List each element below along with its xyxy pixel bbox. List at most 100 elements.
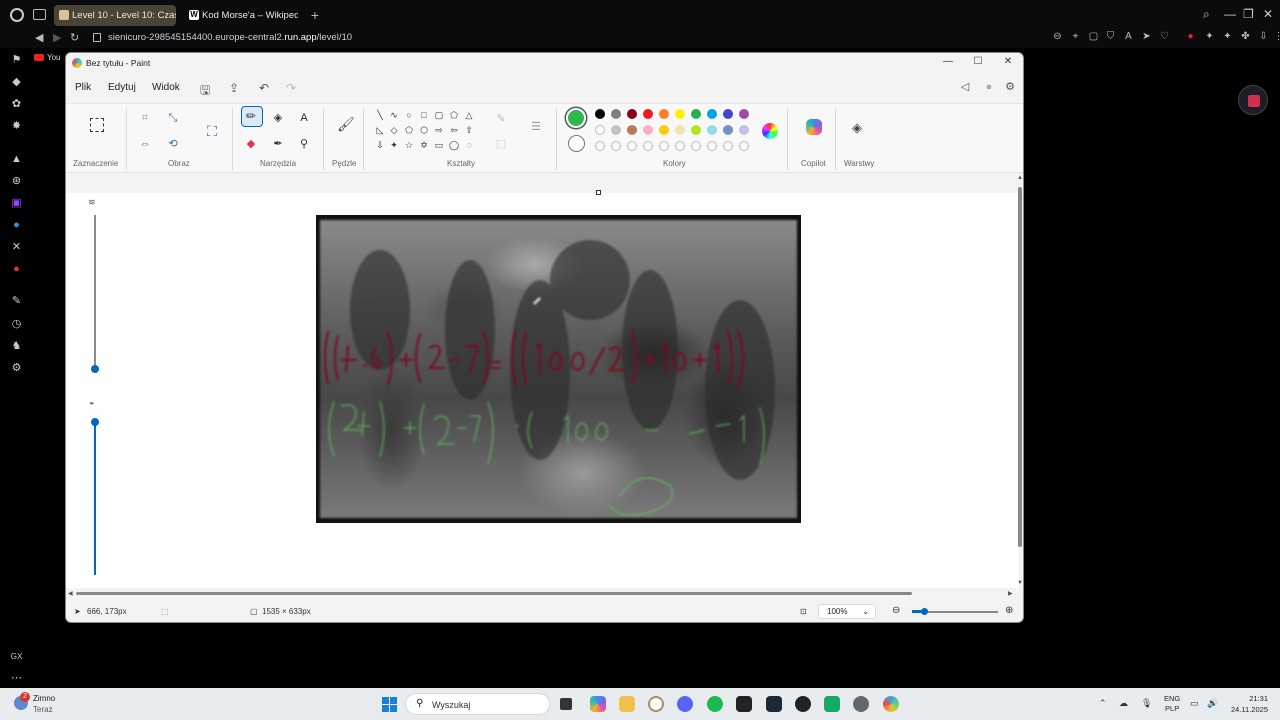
palette-swatch[interactable] [739,141,749,151]
palette-swatch[interactable] [739,125,749,135]
opacity-slider-track[interactable] [94,421,96,575]
pentagon-shape-icon[interactable]: ⬠ [404,125,414,135]
scroll-left-arrow[interactable]: ◀ [68,590,73,597]
cloud-callout-shape-icon[interactable]: ◌ [464,140,474,150]
heart-icon[interactable]: ♡ [1159,31,1170,42]
restore-button[interactable]: ❐ [1243,7,1254,21]
palette-swatch[interactable] [643,109,653,119]
translate-icon[interactable]: A [1123,31,1134,42]
language-indicator[interactable]: ENG PLP [1164,694,1180,714]
display-icon[interactable]: ▭ [1190,698,1199,709]
zoom-select[interactable]: 100% ⌄ [818,604,876,619]
crop-icon[interactable]: ⌗ [138,111,152,125]
palette-swatch[interactable] [627,125,637,135]
file-explorer-icon[interactable] [619,696,635,712]
sidebar-icon[interactable]: ✸ [10,120,23,133]
callout-oval-shape-icon[interactable]: ◯ [449,140,459,150]
vertical-scroll-thumb[interactable] [1018,187,1022,547]
tab-menu-icon[interactable] [33,9,46,20]
announcement-icon[interactable]: ◁ [959,81,971,93]
tab-level-10[interactable]: Level 10 - Level 10: Czas [54,5,176,26]
line-shape-icon[interactable]: ╲ [375,110,385,120]
sidebar-icon[interactable]: ◷ [10,318,23,331]
gx-label[interactable]: GX [10,650,23,663]
palette-swatch[interactable] [691,125,701,135]
palette-swatch[interactable] [643,141,653,151]
horizontal-scrollbar[interactable] [66,589,1019,597]
puzzle-icon[interactable]: ✤ [1240,31,1251,42]
selection-tool-icon[interactable] [90,118,104,132]
left-arrow-shape-icon[interactable]: ⇦ [449,125,459,135]
pencil-tool-button[interactable]: ✏ [241,106,263,127]
new-tab-button[interactable]: + [308,8,322,22]
pasted-photo[interactable] [320,220,797,518]
copilot-icon[interactable] [806,119,822,135]
sidebar-icon[interactable]: ⚑ [10,54,23,67]
palette-swatch[interactable] [675,109,685,119]
copilot-taskbar-icon[interactable] [590,696,606,712]
primary-color-swatch[interactable] [566,108,586,128]
four-point-star-shape-icon[interactable]: ✦ [389,140,399,150]
zoom-out-icon[interactable]: ⊖ [892,605,900,616]
sidebar-icon[interactable]: ⊛ [10,175,23,188]
palette-swatch[interactable] [675,141,685,151]
oval-shape-icon[interactable]: ○ [404,110,414,120]
diamond-shape-icon[interactable]: ◇ [389,125,399,135]
palette-swatch[interactable] [723,109,733,119]
youtube-music-icon[interactable]: ● [10,263,23,276]
zoom-slider-thumb[interactable] [921,608,928,615]
magnifier-icon[interactable]: ⚲ [297,137,311,151]
start-button[interactable] [382,697,397,712]
brush-icon[interactable]: 🖌 [337,117,355,131]
rectangle-shape-icon[interactable]: □ [419,110,429,120]
zoom-in-icon[interactable]: ⊕ [1005,605,1013,616]
extension-icon[interactable]: ✦ [1204,31,1215,42]
clock[interactable]: 21:31 24.11.2025 [1226,693,1268,715]
minimize-button[interactable]: — [941,56,955,67]
share-icon[interactable]: ⇪ [229,81,239,95]
palette-swatch[interactable] [595,141,605,151]
layers-icon[interactable]: ◈ [852,121,866,135]
vertical-scrollbar[interactable] [1017,177,1023,587]
url-field[interactable]: sienicuro-298545154400.europe-central2.r… [108,32,352,43]
close-button[interactable]: ✕ [1263,7,1273,21]
scroll-down-arrow[interactable]: ▼ [1017,580,1023,586]
weather-title[interactable]: Zimno [33,694,55,703]
undo-icon[interactable]: ↶ [259,81,269,95]
messenger-icon[interactable]: ● [10,219,23,232]
menu-icon[interactable]: ⋮ [1273,31,1280,42]
account-icon[interactable]: ● [983,81,995,93]
more-icon[interactable]: ⋯ [10,672,23,685]
save-icon[interactable]: 🖫 [200,81,210,102]
rounded-rectangle-shape-icon[interactable]: ▢ [434,110,444,120]
sidebar-icon[interactable]: ▲ [10,153,23,166]
fill-style-icon[interactable]: ⬚ [494,137,508,151]
palette-swatch[interactable] [659,109,669,119]
shape-size-icon[interactable]: ☰ [529,120,543,134]
spotify-icon[interactable] [707,696,723,712]
palette-swatch[interactable] [723,141,733,151]
down-arrow-shape-icon[interactable]: ⇩ [375,140,385,150]
palette-swatch[interactable] [611,109,621,119]
polygon-shape-icon[interactable]: ⬠ [449,110,459,120]
palette-swatch[interactable] [611,125,621,135]
extension-icon[interactable]: ✦ [1222,31,1233,42]
send-icon[interactable]: ➤ [1141,31,1152,42]
twitch-icon[interactable]: ▣ [10,197,23,210]
sidebar-icon[interactable]: ✿ [10,98,23,111]
tab-wikipedia[interactable]: W Kod Morse'a – Wikipedia, [184,5,298,26]
settings-icon[interactable]: ⚙ [1004,81,1016,93]
task-view-icon[interactable] [560,698,572,710]
five-point-star-shape-icon[interactable]: ☆ [404,140,414,150]
search-tabs-icon[interactable]: ⌕ [1203,7,1210,22]
downloads-icon[interactable]: ⇩ [1258,31,1269,42]
back-button[interactable]: ◀ [35,31,43,44]
x-icon[interactable]: ✕ [10,241,23,254]
palette-swatch[interactable] [643,125,653,135]
zoom-out-icon[interactable]: ⊖ [1052,31,1063,42]
opacity-slider-thumb[interactable] [91,418,99,426]
edit-colors-icon[interactable] [762,123,778,139]
palette-swatch[interactable] [595,125,605,135]
palette-swatch[interactable] [707,125,717,135]
pin-icon[interactable]: ⌖ [1070,31,1081,42]
